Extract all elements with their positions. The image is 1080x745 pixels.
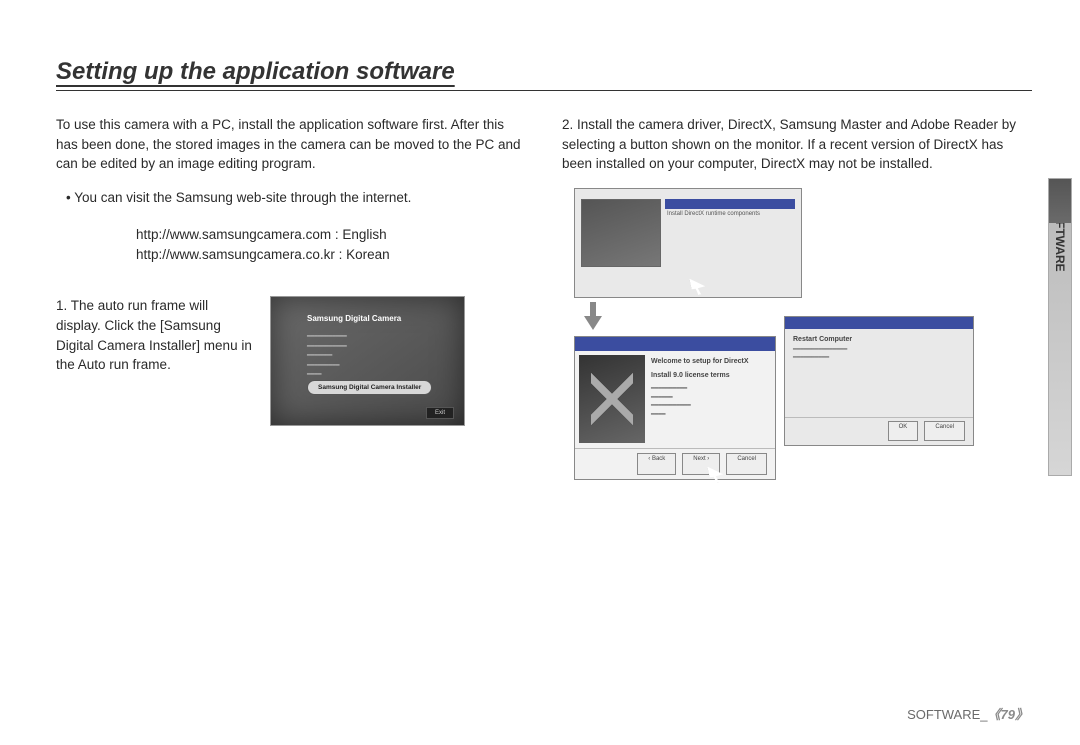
- wizard-sidebar: [579, 355, 645, 443]
- autorun-header: Samsung Digital Camera: [307, 313, 456, 325]
- right-column: 2. Install the camera driver, DirectX, S…: [562, 115, 1032, 480]
- footer-label: SOFTWARE_: [907, 707, 987, 722]
- wizard-heading-1: Welcome to setup for DirectX: [651, 357, 769, 367]
- cancel-button: Cancel: [924, 421, 965, 441]
- restart-dialog-screenshot: Restart Computer ━━━━━━━━━━━━━━━━━━━━━━━…: [784, 316, 974, 446]
- dialog-text: Install DirectX runtime components: [667, 211, 793, 219]
- step-1-text: 1. The auto run frame will display. Clic…: [56, 296, 256, 374]
- bullet-website: • You can visit the Samsung web-site thr…: [56, 188, 526, 208]
- page-number: 《79》: [988, 707, 1028, 722]
- page-title: Setting up the application software: [56, 58, 1032, 91]
- left-column: To use this camera with a PC, install th…: [56, 115, 526, 480]
- cursor-icon: [689, 275, 706, 296]
- wizard-body: Welcome to setup for DirectX Install 9.0…: [651, 357, 769, 420]
- wizard-cancel-button: Cancel: [726, 453, 767, 475]
- wizard-back-button: ‹ Back: [637, 453, 676, 475]
- section-tab: 05 SOFTWARE: [1048, 178, 1072, 476]
- step-2-text: 2. Install the camera driver, DirectX, S…: [562, 115, 1032, 174]
- section-tab-accent: [1049, 179, 1071, 223]
- autorun-lines: ━━━━━━━━━━━━━━━━━━━━━━━━━━━━━━━━━━━━━━━━…: [307, 333, 456, 381]
- content-columns: To use this camera with a PC, install th…: [56, 115, 1032, 480]
- directx-wizard-screenshot: Welcome to setup for DirectX Install 9.0…: [574, 336, 776, 480]
- url-korean: http://www.samsungcamera.co.kr : Korean: [136, 245, 526, 265]
- restart-text: ━━━━━━━━━━━━━━━━━━━━━━━━━: [793, 347, 965, 363]
- directx-logo-icon: [591, 367, 633, 431]
- step-1: 1. The auto run frame will display. Clic…: [56, 296, 526, 426]
- restart-heading: Restart Computer: [793, 335, 965, 345]
- dialog-titlebar: [575, 337, 775, 351]
- ok-button: OK: [888, 421, 919, 441]
- wizard-body-text: ━━━━━━━━━━━━━━━━━━━━━━━━━━━━━━━: [651, 385, 769, 420]
- wizard-buttons: ‹ BackNext ›Cancel: [575, 448, 775, 475]
- url-english: http://www.samsungcamera.com : English: [136, 225, 526, 245]
- dialog-titlebar: [785, 317, 973, 329]
- installer-button: Samsung Digital Camera Installer: [307, 380, 432, 395]
- dialog-titlebar: [665, 199, 795, 209]
- url-list: http://www.samsungcamera.com : English h…: [56, 221, 526, 284]
- installer-screenshot-1: Install DirectX runtime components: [574, 188, 802, 298]
- restart-buttons: OKCancel: [785, 417, 973, 441]
- wizard-heading-2: Install 9.0 license terms: [651, 371, 769, 381]
- exit-button: Exit: [426, 407, 454, 420]
- down-arrow-icon: [584, 302, 602, 332]
- autorun-screenshot: Samsung Digital Camera ━━━━━━━━━━━━━━━━━…: [270, 296, 465, 426]
- installer-screenshot-row: Welcome to setup for DirectX Install 9.0…: [574, 336, 1032, 480]
- intro-text: To use this camera with a PC, install th…: [56, 115, 526, 174]
- page-footer: SOFTWARE_《79》: [907, 704, 1028, 723]
- installer-thumb: [581, 199, 661, 267]
